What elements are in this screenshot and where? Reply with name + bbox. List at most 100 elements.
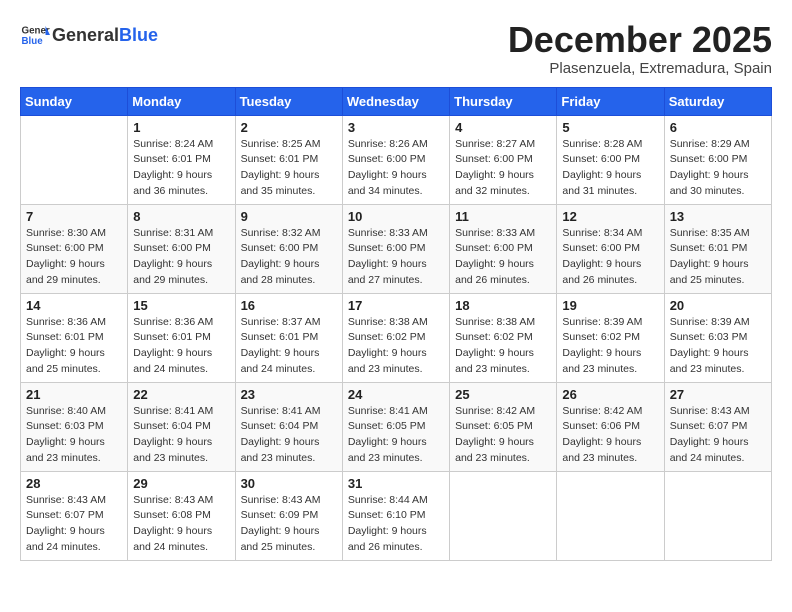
calendar-cell — [450, 471, 557, 560]
day-info: Sunrise: 8:41 AMSunset: 6:04 PMDaylight:… — [133, 404, 229, 467]
day-number: 23 — [241, 387, 337, 402]
calendar-cell: 12 Sunrise: 8:34 AMSunset: 6:00 PMDayligh… — [557, 204, 664, 293]
header-day-wednesday: Wednesday — [342, 87, 449, 115]
logo-blue: Blue — [119, 25, 158, 45]
calendar-cell: 11 Sunrise: 8:33 AMSunset: 6:00 PMDayligh… — [450, 204, 557, 293]
day-info: Sunrise: 8:34 AMSunset: 6:00 PMDaylight:… — [562, 226, 658, 289]
svg-text:Blue: Blue — [22, 36, 44, 47]
month-title: December 2025 — [508, 20, 772, 60]
calendar-cell: 18 Sunrise: 8:38 AMSunset: 6:02 PMDayligh… — [450, 293, 557, 382]
day-info: Sunrise: 8:41 AMSunset: 6:04 PMDaylight:… — [241, 404, 337, 467]
day-number: 9 — [241, 209, 337, 224]
day-number: 1 — [133, 120, 229, 135]
day-info: Sunrise: 8:33 AMSunset: 6:00 PMDaylight:… — [348, 226, 444, 289]
calendar-cell: 21Sunrise: 8:40 AMSunset: 6:03 PMDayligh… — [21, 382, 128, 471]
calendar-table: SundayMondayTuesdayWednesdayThursdayFrid… — [20, 87, 772, 561]
day-info: Sunrise: 8:26 AMSunset: 6:00 PMDaylight:… — [348, 137, 444, 200]
calendar-cell: 7 Sunrise: 8:30 AMSunset: 6:00 PMDaylight… — [21, 204, 128, 293]
day-info: Sunrise: 8:27 AMSunset: 6:00 PMDaylight:… — [455, 137, 551, 200]
calendar-cell: 22 Sunrise: 8:41 AMSunset: 6:04 PMDayligh… — [128, 382, 235, 471]
day-number: 4 — [455, 120, 551, 135]
day-number: 7 — [26, 209, 122, 224]
logo-icon: General Blue — [20, 20, 50, 50]
day-number: 12 — [562, 209, 658, 224]
header-row: SundayMondayTuesdayWednesdayThursdayFrid… — [21, 87, 772, 115]
day-number: 3 — [348, 120, 444, 135]
day-info: Sunrise: 8:31 AMSunset: 6:00 PMDaylight:… — [133, 226, 229, 289]
calendar-cell — [664, 471, 771, 560]
calendar-cell: 30Sunrise: 8:43 AMSunset: 6:09 PMDayligh… — [235, 471, 342, 560]
day-info: Sunrise: 8:29 AMSunset: 6:00 PMDaylight:… — [670, 137, 766, 200]
day-number: 18 — [455, 298, 551, 313]
day-number: 24 — [348, 387, 444, 402]
calendar-cell: 1 Sunrise: 8:24 AMSunset: 6:01 PMDaylight… — [128, 115, 235, 204]
day-info: Sunrise: 8:39 AMSunset: 6:02 PMDaylight:… — [562, 315, 658, 378]
day-info: Sunrise: 8:24 AMSunset: 6:01 PMDaylight:… — [133, 137, 229, 200]
day-number: 2 — [241, 120, 337, 135]
day-number: 13 — [670, 209, 766, 224]
day-number: 26 — [562, 387, 658, 402]
header-day-thursday: Thursday — [450, 87, 557, 115]
day-info: Sunrise: 8:25 AMSunset: 6:01 PMDaylight:… — [241, 137, 337, 200]
day-number: 15 — [133, 298, 229, 313]
day-info: Sunrise: 8:43 AMSunset: 6:07 PMDaylight:… — [670, 404, 766, 467]
day-info: Sunrise: 8:44 AMSunset: 6:10 PMDaylight:… — [348, 493, 444, 556]
day-info: Sunrise: 8:32 AMSunset: 6:00 PMDaylight:… — [241, 226, 337, 289]
day-info: Sunrise: 8:33 AMSunset: 6:00 PMDaylight:… — [455, 226, 551, 289]
calendar-cell: 31Sunrise: 8:44 AMSunset: 6:10 PMDayligh… — [342, 471, 449, 560]
calendar-cell — [557, 471, 664, 560]
calendar-cell: 20Sunrise: 8:39 AMSunset: 6:03 PMDayligh… — [664, 293, 771, 382]
calendar-cell: 14 Sunrise: 8:36 AMSunset: 6:01 PMDayligh… — [21, 293, 128, 382]
day-number: 14 — [26, 298, 122, 313]
day-info: Sunrise: 8:39 AMSunset: 6:03 PMDaylight:… — [670, 315, 766, 378]
day-number: 17 — [348, 298, 444, 313]
day-number: 30 — [241, 476, 337, 491]
calendar-cell: 28Sunrise: 8:43 AMSunset: 6:07 PMDayligh… — [21, 471, 128, 560]
logo-general: General — [52, 25, 119, 45]
day-info: Sunrise: 8:36 AMSunset: 6:01 PMDaylight:… — [133, 315, 229, 378]
day-number: 5 — [562, 120, 658, 135]
day-number: 22 — [133, 387, 229, 402]
calendar-cell: 29 Sunrise: 8:43 AMSunset: 6:08 PMDayligh… — [128, 471, 235, 560]
calendar-cell: 13 Sunrise: 8:35 AMSunset: 6:01 PMDayligh… — [664, 204, 771, 293]
calendar-cell: 6 Sunrise: 8:29 AMSunset: 6:00 PMDaylight… — [664, 115, 771, 204]
header-day-monday: Monday — [128, 87, 235, 115]
calendar-cell: 4 Sunrise: 8:27 AMSunset: 6:00 PMDaylight… — [450, 115, 557, 204]
calendar-cell: 17 Sunrise: 8:38 AMSunset: 6:02 PMDayligh… — [342, 293, 449, 382]
day-number: 19 — [562, 298, 658, 313]
header-day-friday: Friday — [557, 87, 664, 115]
logo: General Blue GeneralBlue — [20, 20, 158, 50]
day-number: 28 — [26, 476, 122, 491]
day-number: 6 — [670, 120, 766, 135]
day-info: Sunrise: 8:30 AMSunset: 6:00 PMDaylight:… — [26, 226, 122, 289]
week-row-1: 1 Sunrise: 8:24 AMSunset: 6:01 PMDaylight… — [21, 115, 772, 204]
calendar-cell: 9 Sunrise: 8:32 AMSunset: 6:00 PMDaylight… — [235, 204, 342, 293]
calendar-cell: 8Sunrise: 8:31 AMSunset: 6:00 PMDaylight… — [128, 204, 235, 293]
day-info: Sunrise: 8:35 AMSunset: 6:01 PMDaylight:… — [670, 226, 766, 289]
day-number: 11 — [455, 209, 551, 224]
header-day-sunday: Sunday — [21, 87, 128, 115]
calendar-cell — [21, 115, 128, 204]
day-info: Sunrise: 8:42 AMSunset: 6:05 PMDaylight:… — [455, 404, 551, 467]
calendar-cell: 16Sunrise: 8:37 AMSunset: 6:01 PMDayligh… — [235, 293, 342, 382]
calendar-body: 1 Sunrise: 8:24 AMSunset: 6:01 PMDaylight… — [21, 115, 772, 560]
day-info: Sunrise: 8:43 AMSunset: 6:08 PMDaylight:… — [133, 493, 229, 556]
day-number: 29 — [133, 476, 229, 491]
location-title: Plasenzuela, Extremadura, Spain — [508, 60, 772, 77]
day-info: Sunrise: 8:38 AMSunset: 6:02 PMDaylight:… — [348, 315, 444, 378]
calendar-cell: 3 Sunrise: 8:26 AMSunset: 6:00 PMDaylight… — [342, 115, 449, 204]
calendar-cell: 25 Sunrise: 8:42 AMSunset: 6:05 PMDayligh… — [450, 382, 557, 471]
day-info: Sunrise: 8:36 AMSunset: 6:01 PMDaylight:… — [26, 315, 122, 378]
week-row-4: 21Sunrise: 8:40 AMSunset: 6:03 PMDayligh… — [21, 382, 772, 471]
calendar-cell: 2 Sunrise: 8:25 AMSunset: 6:01 PMDaylight… — [235, 115, 342, 204]
day-number: 27 — [670, 387, 766, 402]
day-info: Sunrise: 8:28 AMSunset: 6:00 PMDaylight:… — [562, 137, 658, 200]
day-number: 25 — [455, 387, 551, 402]
calendar-cell: 19 Sunrise: 8:39 AMSunset: 6:02 PMDayligh… — [557, 293, 664, 382]
header: General Blue GeneralBlue December 2025 P… — [20, 20, 772, 77]
calendar-cell: 5 Sunrise: 8:28 AMSunset: 6:00 PMDaylight… — [557, 115, 664, 204]
day-info: Sunrise: 8:41 AMSunset: 6:05 PMDaylight:… — [348, 404, 444, 467]
day-number: 21 — [26, 387, 122, 402]
day-info: Sunrise: 8:37 AMSunset: 6:01 PMDaylight:… — [241, 315, 337, 378]
day-info: Sunrise: 8:38 AMSunset: 6:02 PMDaylight:… — [455, 315, 551, 378]
